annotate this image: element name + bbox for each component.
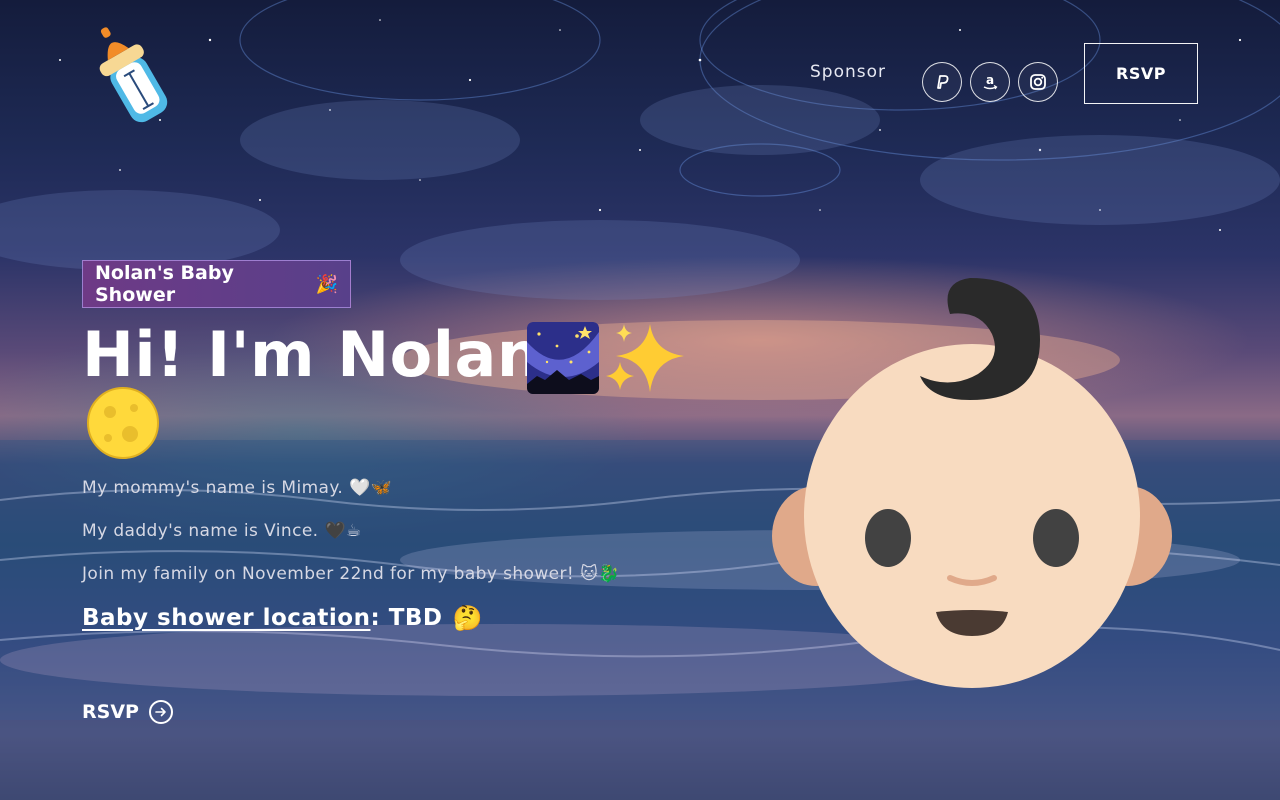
location-link[interactable]: Baby shower location xyxy=(82,605,370,631)
badge-label: Nolan's Baby Shower xyxy=(95,262,234,306)
mommy-text: My mommy's name is Mimay. xyxy=(82,478,344,498)
join-line: Join my family on November 22nd for my b… xyxy=(82,564,620,584)
cat-dragon-icon: 🐱🐉 xyxy=(580,564,620,584)
amazon-button[interactable]: a xyxy=(970,62,1010,102)
amazon-icon: a xyxy=(983,73,998,90)
paypal-icon xyxy=(937,75,949,89)
baby-face-illustration xyxy=(772,278,1172,688)
thinking-face-icon: 🤔 xyxy=(452,604,483,632)
location-line: Baby shower location : TBD 🤔 xyxy=(82,604,483,632)
daddy-text: My daddy's name is Vince. xyxy=(82,521,319,541)
instagram-button[interactable] xyxy=(1018,62,1058,102)
daddy-line: My daddy's name is Vince. 🖤☕ xyxy=(82,521,362,541)
location-value: : TBD xyxy=(370,605,443,631)
paypal-button[interactable] xyxy=(922,62,962,102)
sponsor-link[interactable]: Sponsor xyxy=(810,62,886,82)
join-text: Join my family on November 22nd for my b… xyxy=(82,564,575,584)
instagram-icon xyxy=(1030,74,1046,90)
rsvp-button[interactable]: RSVP xyxy=(1084,43,1198,104)
rsvp-link-label: RSVP xyxy=(82,701,139,723)
night-sky-icon xyxy=(527,322,599,394)
baby-bottle-logo[interactable] xyxy=(86,20,178,128)
arrow-right-icon xyxy=(148,700,173,724)
rsvp-link[interactable]: RSVP xyxy=(82,700,173,724)
heart-coffee-icon: 🖤☕ xyxy=(324,521,362,541)
svg-text:a: a xyxy=(986,73,994,87)
page: Sponsor a RSVP Nolan's Baby Shower 🎉 Hi!… xyxy=(0,0,1280,800)
heart-butterfly-icon: 🤍🦋 xyxy=(349,478,393,498)
party-popper-icon: 🎉 xyxy=(315,273,338,295)
mommy-line: My mommy's name is Mimay. 🤍🦋 xyxy=(82,478,392,498)
moon-icon xyxy=(87,387,159,459)
sparkles-icon xyxy=(606,324,684,392)
event-badge: Nolan's Baby Shower 🎉 xyxy=(82,260,351,308)
page-title: Hi! I'm Nolan! xyxy=(82,318,571,391)
